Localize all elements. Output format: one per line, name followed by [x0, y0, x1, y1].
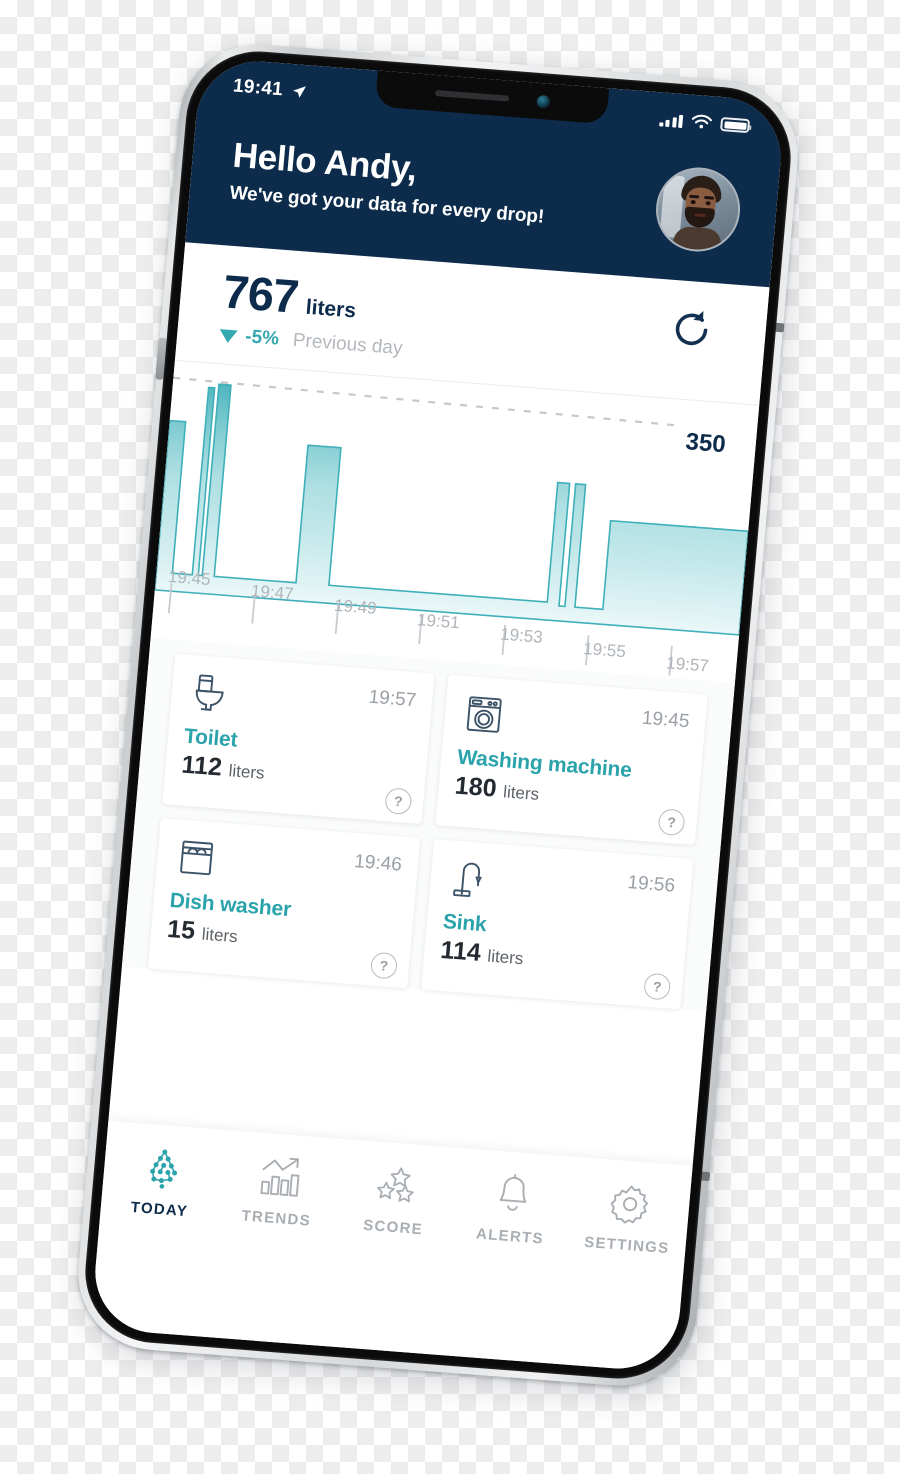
- tab-score[interactable]: SCORE: [339, 1159, 453, 1240]
- front-camera-icon: [535, 94, 550, 109]
- gear-icon: [611, 1185, 649, 1224]
- card-value: 112: [180, 750, 224, 782]
- device-card-toilet[interactable]: 19:57 Toilet 112 liters ?: [162, 653, 435, 825]
- card-time: 19:45: [641, 707, 691, 733]
- phone-mockup: 19:41 Hello Andy, We've got your data fo…: [71, 38, 808, 1402]
- faucet-icon: [453, 862, 483, 898]
- card-time: 19:57: [367, 686, 418, 712]
- tab-label: TODAY: [130, 1198, 189, 1221]
- device-cards-grid: 19:57 Toilet 112 liters ? 19:45 Washing …: [121, 637, 735, 1012]
- tab-label: SETTINGS: [583, 1233, 671, 1258]
- earpiece-speaker: [434, 89, 509, 102]
- tab-label: TRENDS: [240, 1207, 312, 1230]
- location-arrow-icon: [293, 85, 307, 98]
- greeting-block: Hello Andy, We've got your data for ever…: [229, 136, 549, 229]
- delta-percent: -5%: [244, 326, 280, 350]
- tab-alerts[interactable]: ALERTS: [455, 1168, 569, 1249]
- water-drop-dots-icon: [149, 1149, 177, 1189]
- card-value: 180: [453, 771, 498, 803]
- tab-settings[interactable]: SETTINGS: [572, 1177, 686, 1258]
- toilet-icon: [195, 674, 224, 711]
- dishwasher-icon: [180, 840, 214, 876]
- status-time: 19:41: [232, 75, 284, 101]
- total-block: 767 liters -5% Previous day: [218, 263, 408, 360]
- card-unit: liters: [200, 924, 239, 947]
- card-unit: liters: [227, 761, 266, 783]
- card-value: 15: [166, 914, 197, 945]
- card-time: 19:56: [626, 872, 676, 897]
- chart-area-path: [153, 383, 750, 636]
- tab-trends[interactable]: TRENDS: [222, 1150, 336, 1231]
- card-time: 19:46: [353, 851, 403, 876]
- trend-down-icon: [218, 328, 238, 343]
- x-tick-label: 19:45: [167, 566, 212, 590]
- x-tick-label: 19:57: [665, 653, 710, 676]
- x-tick-label: 19:49: [333, 595, 378, 618]
- avatar[interactable]: [652, 164, 744, 255]
- card-unit: liters: [502, 782, 540, 804]
- tab-label: SCORE: [362, 1216, 424, 1239]
- x-tick-label: 19:51: [416, 610, 461, 633]
- screenshot-canvas: 19:41 Hello Andy, We've got your data fo…: [0, 0, 900, 1474]
- total-value: 767: [220, 264, 301, 323]
- usage-chart-svg: [153, 376, 750, 676]
- device-card-washing-machine[interactable]: 19:45 Washing machine 180 liters ?: [435, 674, 708, 846]
- device-card-dish-washer[interactable]: 19:46 Dish washer 15 liters ?: [147, 818, 421, 989]
- cellular-signal-icon: [658, 113, 684, 128]
- three-stars-icon: [377, 1167, 414, 1203]
- total-unit: liters: [304, 295, 357, 323]
- refresh-button[interactable]: [666, 304, 718, 356]
- card-unit: liters: [486, 946, 525, 969]
- bar-chart-trend-icon: [260, 1157, 300, 1197]
- tab-label: ALERTS: [475, 1225, 545, 1248]
- phone-screen: 19:41 Hello Andy, We've got your data fo…: [90, 56, 786, 1374]
- x-tick-label: 19:53: [499, 624, 544, 647]
- usage-chart[interactable]: 350 19:45 19:47 19:49 19:51 19:53 19:55 …: [150, 360, 760, 683]
- bell-icon: [499, 1174, 527, 1211]
- device-card-sink[interactable]: 19:56 Sink 114 liters ?: [421, 839, 694, 1010]
- wifi-icon: [691, 114, 712, 129]
- refresh-icon: [675, 310, 708, 346]
- tab-today[interactable]: TODAY: [105, 1141, 219, 1222]
- goal-value-label: 350: [684, 428, 727, 459]
- card-value: 114: [439, 935, 482, 967]
- washing-machine-icon: [466, 696, 502, 733]
- battery-full-icon: [719, 116, 751, 134]
- x-tick-label: 19:55: [582, 638, 627, 662]
- comparison-label: Previous day: [291, 329, 404, 360]
- x-tick-label: 19:47: [250, 581, 295, 604]
